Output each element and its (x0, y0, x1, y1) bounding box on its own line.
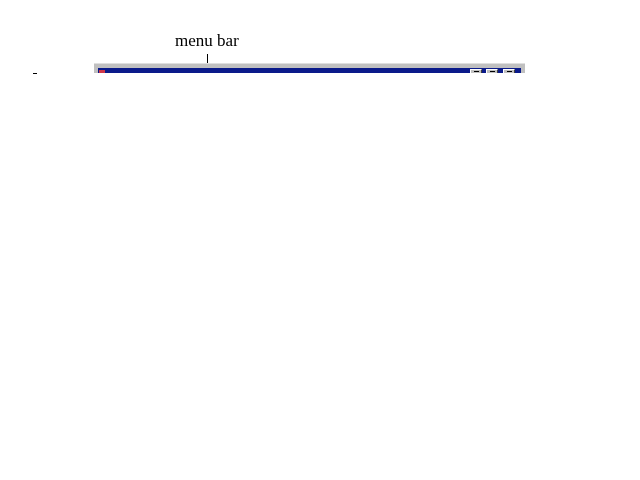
maximize-button[interactable] (486, 69, 498, 73)
page: menu bar (0, 0, 640, 480)
close-button[interactable] (503, 69, 515, 73)
stray-mark (33, 73, 37, 74)
minimize-icon (474, 71, 479, 73)
maximize-icon (490, 71, 495, 73)
minimize-button[interactable] (470, 69, 482, 73)
annotation-label: menu bar (175, 31, 239, 50)
title-bar[interactable] (98, 68, 521, 73)
application-window-top-edge (94, 63, 525, 73)
application-icon[interactable] (99, 70, 105, 73)
close-icon (507, 71, 512, 73)
